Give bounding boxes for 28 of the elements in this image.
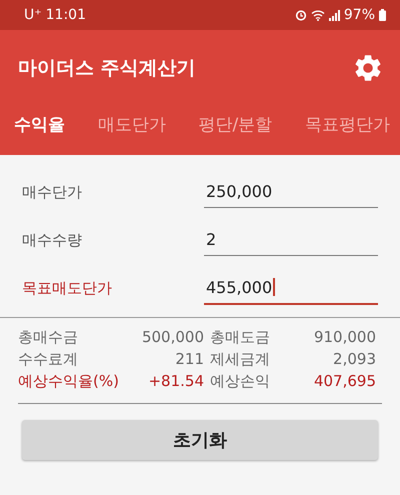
- field-label: 목표매도단가: [22, 278, 112, 298]
- result-text: 총매도금: [210, 328, 271, 347]
- result-text: 500,000: [140, 328, 205, 347]
- result-text: 총매수금: [18, 328, 79, 347]
- battery-icon: [379, 9, 386, 21]
- input-field[interactable]: 2: [204, 224, 378, 256]
- signal-icon: [328, 10, 340, 20]
- result-text: 제세금계: [210, 350, 271, 369]
- result-text: 211: [174, 350, 205, 369]
- field-label: 매수수량: [22, 230, 82, 250]
- input-field[interactable]: 250,000: [204, 176, 378, 208]
- result-text: +81.54: [147, 372, 205, 391]
- field-label: 매수단가: [22, 182, 82, 202]
- time-text: 11:01: [46, 7, 86, 23]
- tab[interactable]: 수익율: [10, 105, 69, 144]
- wifi-icon: [310, 9, 325, 21]
- battery-text: 97%: [344, 7, 375, 23]
- result-text: 예상수익율(%): [18, 372, 120, 391]
- alarm-icon: [294, 9, 307, 21]
- result-text: 예상손익: [210, 372, 271, 391]
- reset-button[interactable]: 초기화: [22, 420, 378, 460]
- result-text: 2,093: [332, 350, 377, 369]
- carrier-text: U⁺: [24, 7, 42, 23]
- result-text: 910,000: [312, 328, 377, 347]
- input-field[interactable]: 455,000: [204, 272, 378, 304]
- app-title: 마이더스 주식계산기: [18, 56, 196, 80]
- result-text: 407,695: [312, 372, 377, 391]
- result-text: 수수료계: [18, 350, 79, 369]
